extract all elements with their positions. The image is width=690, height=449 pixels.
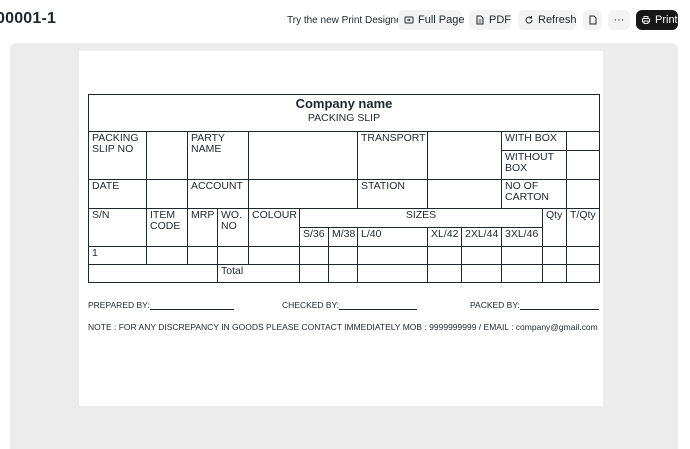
refresh-button[interactable]: Refresh xyxy=(518,10,577,30)
pdf-label: PDF xyxy=(489,14,511,26)
date-value xyxy=(146,179,188,209)
table-cell xyxy=(501,246,543,265)
pdf-button[interactable]: PDF xyxy=(469,10,511,30)
size-header: S/36 xyxy=(299,227,329,247)
transport-value xyxy=(427,131,502,180)
date-label: DATE xyxy=(88,179,147,209)
table-cell xyxy=(328,264,358,283)
with-box-label: WITH BOX xyxy=(501,131,567,151)
table-cell xyxy=(565,264,601,283)
size-header: 3XL/46 xyxy=(501,227,543,247)
company-name: Company name xyxy=(295,96,393,111)
print-button[interactable]: Print xyxy=(636,10,678,30)
size-header: M/38 xyxy=(328,227,358,247)
col-header-sn: S/N xyxy=(88,208,147,247)
packing-slip-no-label: PACKING SLIP NO xyxy=(88,131,147,180)
with-box-value xyxy=(565,131,601,151)
size-header: L/40 xyxy=(357,227,428,247)
refresh-icon xyxy=(525,16,533,24)
table-cell xyxy=(146,246,188,265)
table-cell xyxy=(501,264,543,283)
document-icon xyxy=(589,15,596,25)
prepared-by: PREPARED BY: xyxy=(88,300,234,310)
table-cell xyxy=(217,246,249,265)
table-cell xyxy=(248,246,300,265)
col-header-item-code: ITEM CODE xyxy=(146,208,188,247)
without-box-label: WITHOUT BOX xyxy=(501,150,567,180)
refresh-label: Refresh xyxy=(538,14,577,26)
col-header-qty: Qty xyxy=(542,208,567,247)
table-cell xyxy=(299,264,329,283)
col-header-mrp: MRP xyxy=(187,208,218,247)
table-cell xyxy=(542,246,567,265)
try-print-designer-link[interactable]: Try the new Print Designer xyxy=(287,15,405,26)
table-cell xyxy=(427,264,462,283)
table-cell xyxy=(187,246,218,265)
table-cell xyxy=(299,246,329,265)
party-name-value xyxy=(248,131,358,180)
total-label: Total xyxy=(217,264,300,283)
discrepancy-note: NOTE : FOR ANY DISCREPANCY IN GOODS PLEA… xyxy=(88,322,598,332)
new-document-button[interactable] xyxy=(583,10,602,30)
table-cell xyxy=(88,264,218,283)
table-cell xyxy=(427,246,462,265)
page-title: 00001-1 xyxy=(0,10,57,27)
packing-slip-table: Company name PACKING SLIP PACKING SLIP N… xyxy=(87,94,601,283)
checked-by: CHECKED BY: xyxy=(282,300,418,310)
col-header-wo-no: WO. NO xyxy=(217,208,249,247)
transport-label: TRANSPORT xyxy=(357,131,428,180)
prepared-by-label: PREPARED BY: xyxy=(88,300,150,310)
total-row: Total xyxy=(88,264,601,283)
packed-by-label: PACKED BY: xyxy=(470,300,520,310)
col-header-colour: COLOUR xyxy=(248,208,300,247)
more-icon: ··· xyxy=(613,14,625,26)
checked-by-label: CHECKED BY: xyxy=(282,300,340,310)
signature-line xyxy=(339,301,418,310)
col-header-sizes: SIZES xyxy=(299,208,543,228)
slip-header-cell: Company name PACKING SLIP xyxy=(87,94,601,132)
table-cell xyxy=(328,246,358,265)
slip-subtitle: PACKING SLIP xyxy=(307,112,381,124)
table-cell xyxy=(461,264,502,283)
file-icon xyxy=(476,15,484,25)
account-label: ACCOUNT xyxy=(187,179,249,209)
size-header: 2XL/44 xyxy=(461,227,502,247)
station-label: STATION xyxy=(357,179,428,209)
size-header: XL/42 xyxy=(427,227,462,247)
row-sn-cell: 1 xyxy=(88,246,147,265)
party-name-label: PARTY NAME xyxy=(187,131,249,180)
no-of-carton-value xyxy=(565,179,601,209)
printer-icon xyxy=(642,16,650,24)
table-cell xyxy=(542,264,567,283)
top-bar: 00001-1 Try the new Print Designer Full … xyxy=(0,0,690,42)
packing-slip-no-value xyxy=(146,131,188,180)
without-box-value xyxy=(565,150,601,180)
table-cell xyxy=(565,246,601,265)
table-cell xyxy=(357,246,428,265)
table-cell xyxy=(461,246,502,265)
more-menu-button[interactable]: ··· xyxy=(608,10,630,30)
table-row: 1 xyxy=(88,246,601,265)
table-cell xyxy=(357,264,428,283)
print-label: Print xyxy=(655,14,678,26)
account-value xyxy=(248,179,358,209)
packed-by: PACKED BY: xyxy=(470,300,599,310)
full-page-button[interactable]: Full Page xyxy=(398,10,465,30)
signature-line xyxy=(519,301,599,310)
station-value xyxy=(427,179,502,209)
no-of-carton-label: NO OF CARTON xyxy=(501,179,567,209)
full-page-label: Full Page xyxy=(418,14,465,26)
col-header-tqty: T/Qty xyxy=(565,208,601,247)
expand-icon xyxy=(404,16,414,24)
signature-line xyxy=(149,301,234,310)
